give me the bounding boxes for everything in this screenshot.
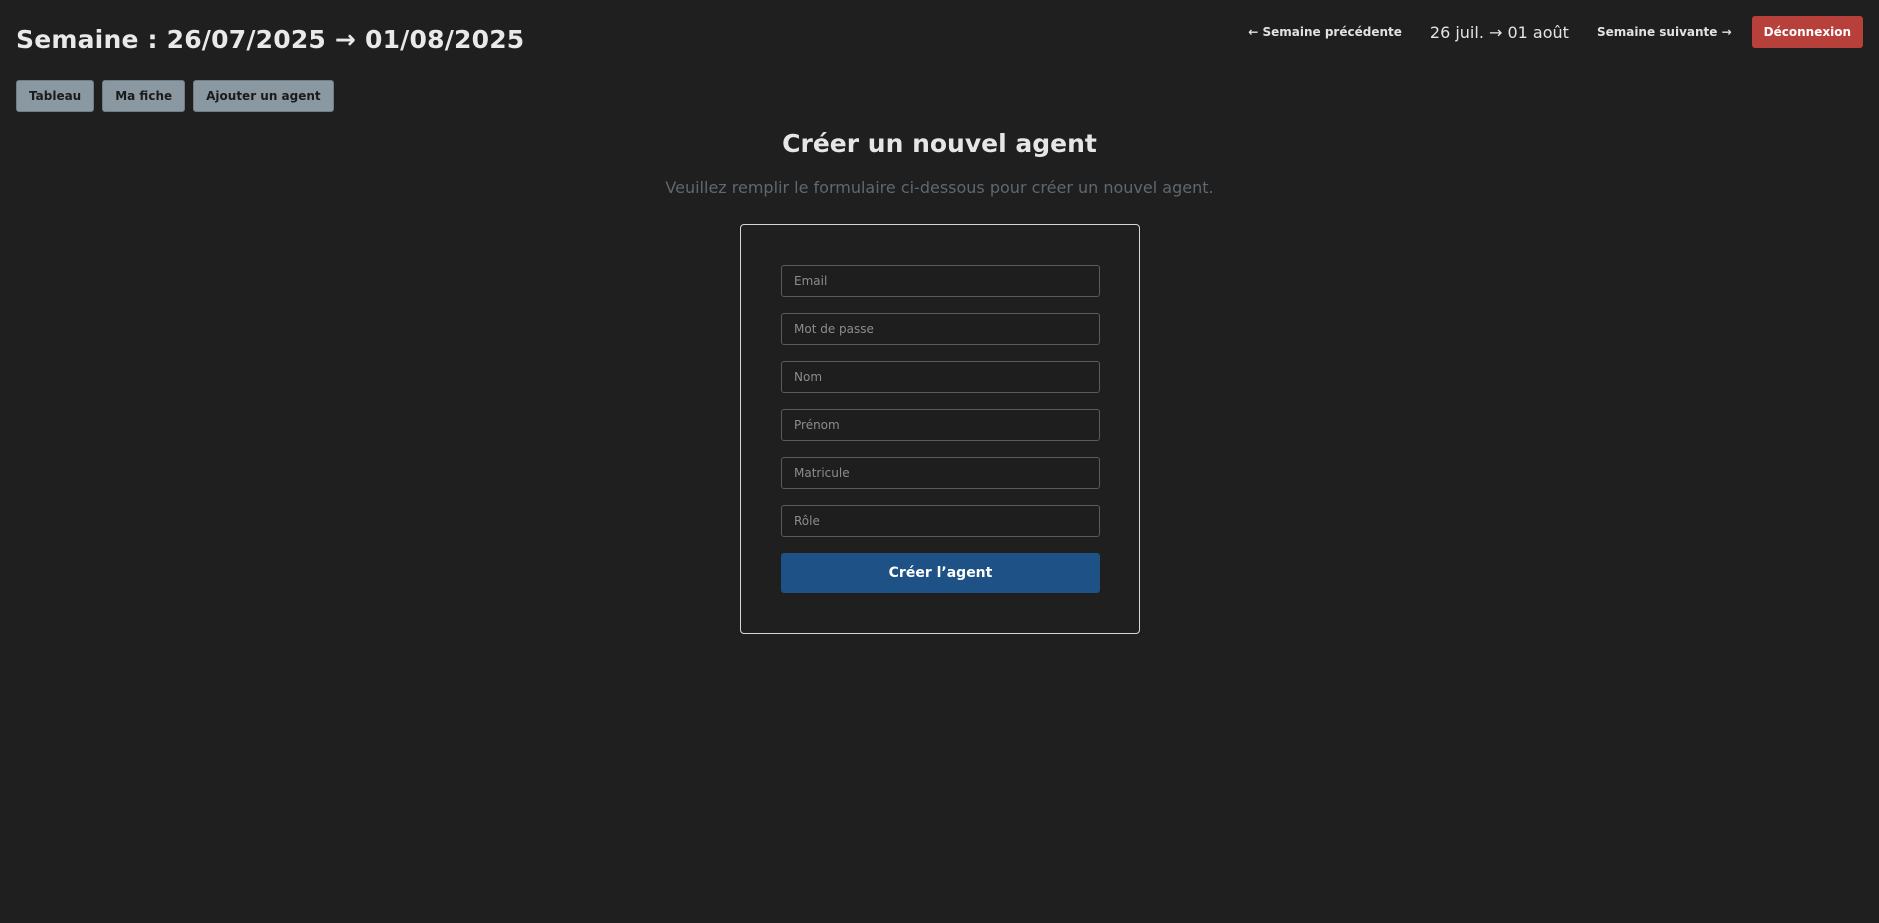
week-navigation: ← Semaine précédente 26 juil. → 01 août … [1234,16,1863,48]
week-range-label: 26 juil. → 01 août [1429,22,1569,42]
main-tabs: Tableau Ma fiche Ajouter un agent [16,80,334,112]
create-agent-form: Créer l’agent [740,224,1140,634]
logout-button[interactable]: Déconnexion [1751,16,1863,48]
tab-ajouter-agent[interactable]: Ajouter un agent [193,80,334,112]
create-agent-button[interactable]: Créer l’agent [781,553,1100,593]
email-field[interactable] [781,265,1100,297]
tab-ma-fiche[interactable]: Ma fiche [102,80,186,112]
form-fields: Créer l’agent [781,265,1100,593]
form-title: Créer un nouvel agent [782,129,1097,158]
next-week-button[interactable]: Semaine suivante → [1583,16,1746,48]
matricule-field[interactable] [781,457,1100,489]
nom-field[interactable] [781,361,1100,393]
page: Semaine : 26/07/2025 → 01/08/2025 ← Sema… [0,0,1879,923]
role-field[interactable] [781,505,1100,537]
form-subtitle: Veuillez remplir le formulaire ci-dessou… [665,178,1214,197]
prenom-field[interactable] [781,409,1100,441]
password-field[interactable] [781,313,1100,345]
page-title: Semaine : 26/07/2025 → 01/08/2025 [16,25,525,54]
previous-week-button[interactable]: ← Semaine précédente [1234,16,1416,48]
tab-tableau[interactable]: Tableau [16,80,95,112]
